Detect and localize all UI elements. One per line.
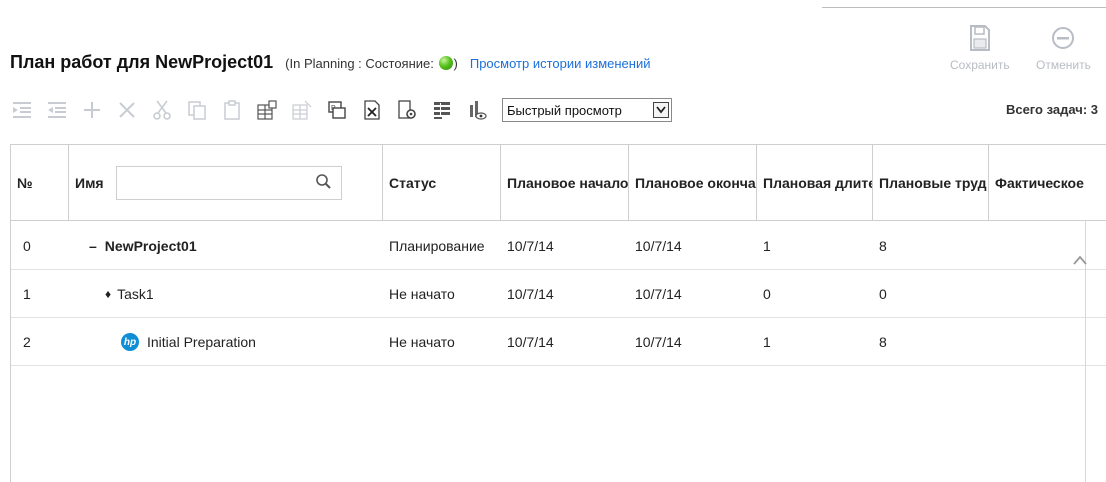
- status-indicator-icon: [438, 56, 453, 70]
- view-history-link[interactable]: Просмотр истории изменений: [470, 56, 651, 71]
- column-label: №: [17, 175, 33, 191]
- column-header-plan-effort[interactable]: Плановые труд: [873, 145, 989, 221]
- cut-icon[interactable]: [148, 97, 176, 123]
- table-row[interactable]: 2 hp Initial Preparation Не начато 10/7/…: [11, 318, 1106, 366]
- excel-export-icon[interactable]: [358, 97, 386, 123]
- column-label: Статус: [389, 175, 437, 191]
- toolbar: P Быстрый просмотр Всего задач: 3: [8, 94, 1104, 126]
- row-plan-duration: 0: [763, 286, 771, 302]
- column-header-actual[interactable]: Фактическое: [989, 145, 1093, 221]
- collapse-icon[interactable]: –: [89, 238, 97, 254]
- row-plan-end: 10/7/14: [635, 334, 682, 350]
- milestone-diamond-icon: ♦: [105, 287, 112, 301]
- insert-child-icon[interactable]: [253, 97, 281, 123]
- hp-logo-icon: hp: [121, 333, 139, 351]
- column-label: Имя: [75, 175, 104, 191]
- row-plan-effort: 8: [879, 334, 887, 350]
- row-number: 2: [23, 334, 31, 350]
- table-row[interactable]: 0 – NewProject01 Планирование 10/7/14 10…: [11, 222, 1106, 270]
- row-name-text: Task1: [117, 286, 154, 302]
- delete-icon[interactable]: [113, 97, 141, 123]
- row-name-text: Initial Preparation: [147, 334, 256, 350]
- row-plan-start: 10/7/14: [507, 238, 554, 254]
- state-prefix: (In Planning : Состояние:: [285, 56, 434, 71]
- save-button[interactable]: Сохранить: [950, 24, 1010, 72]
- row-name[interactable]: – NewProject01: [83, 222, 197, 270]
- row-status: Не начато: [389, 286, 455, 302]
- state-suffix: ): [453, 56, 458, 71]
- row-name[interactable]: ♦ Task1: [99, 270, 154, 318]
- column-label: Фактическое: [995, 175, 1084, 191]
- cancel-button[interactable]: Отменить: [1036, 24, 1091, 72]
- row-plan-end: 10/7/14: [635, 238, 682, 254]
- column-header-plan-end[interactable]: Плановое оконча: [629, 145, 757, 221]
- project-state: (In Planning : Состояние: ): [285, 56, 458, 71]
- outdent-icon[interactable]: [43, 97, 71, 123]
- row-plan-start: 10/7/14: [507, 286, 554, 302]
- svg-text:P: P: [331, 105, 336, 112]
- paste-icon[interactable]: [218, 97, 246, 123]
- column-label: Плановая длите: [763, 175, 873, 191]
- total-tasks-label: Всего задач: 3: [1005, 102, 1098, 117]
- cancel-label: Отменить: [1036, 58, 1091, 72]
- quick-view-select[interactable]: Быстрый просмотр: [502, 98, 672, 122]
- column-label: Плановые труд: [879, 175, 987, 191]
- view-icon[interactable]: [463, 97, 491, 123]
- page-header: План работ для NewProject01 (In Planning…: [10, 52, 651, 78]
- save-label: Сохранить: [950, 58, 1010, 72]
- row-status: Не начато: [389, 334, 455, 350]
- name-filter-input[interactable]: [115, 166, 342, 200]
- chevron-up-icon[interactable]: [1072, 253, 1088, 267]
- cancel-icon: [1052, 27, 1075, 49]
- column-header-status[interactable]: Статус: [383, 145, 501, 221]
- row-status: Планирование: [389, 238, 485, 254]
- settings-icon[interactable]: [393, 97, 421, 123]
- row-name-text: NewProject01: [104, 238, 197, 254]
- work-plan-table: № Имя Статус Плановое начало Плановое ок…: [10, 144, 1106, 482]
- column-header-plan-duration[interactable]: Плановая длите: [757, 145, 873, 221]
- table-row[interactable]: 1 ♦ Task1 Не начато 10/7/14 10/7/14 0 0: [11, 270, 1106, 318]
- column-header-plan-start[interactable]: Плановое начало: [501, 145, 629, 221]
- row-number: 0: [23, 238, 31, 254]
- column-label: Плановое оконча: [635, 175, 756, 191]
- row-plan-duration: 1: [763, 238, 771, 254]
- quick-view-value: Быстрый просмотр: [507, 102, 622, 118]
- save-icon: [969, 25, 990, 51]
- insert-template-icon[interactable]: [288, 97, 316, 123]
- project-icon[interactable]: P: [323, 97, 351, 123]
- indent-icon[interactable]: [8, 97, 36, 123]
- row-plan-effort: 0: [879, 286, 887, 302]
- row-plan-effort: 8: [879, 238, 887, 254]
- row-plan-start: 10/7/14: [507, 334, 554, 350]
- column-label: Плановое начало: [507, 175, 629, 191]
- work-plan-page: План работ для NewProject01 (In Planning…: [0, 0, 1106, 482]
- columns-icon[interactable]: [428, 97, 456, 123]
- row-number: 1: [23, 286, 31, 302]
- column-header-name[interactable]: Имя: [69, 145, 383, 221]
- chevron-down-icon[interactable]: [653, 102, 669, 118]
- table-header: № Имя Статус Плановое начало Плановое ок…: [11, 145, 1106, 221]
- row-plan-duration: 1: [763, 334, 771, 350]
- add-icon[interactable]: [78, 97, 106, 123]
- column-header-num[interactable]: №: [11, 145, 69, 221]
- page-title: План работ для NewProject01: [10, 52, 274, 72]
- top-divider: [822, 7, 1106, 8]
- row-plan-end: 10/7/14: [635, 286, 682, 302]
- row-name[interactable]: hp Initial Preparation: [115, 318, 256, 366]
- copy-icon[interactable]: [183, 97, 211, 123]
- search-icon[interactable]: [315, 173, 333, 193]
